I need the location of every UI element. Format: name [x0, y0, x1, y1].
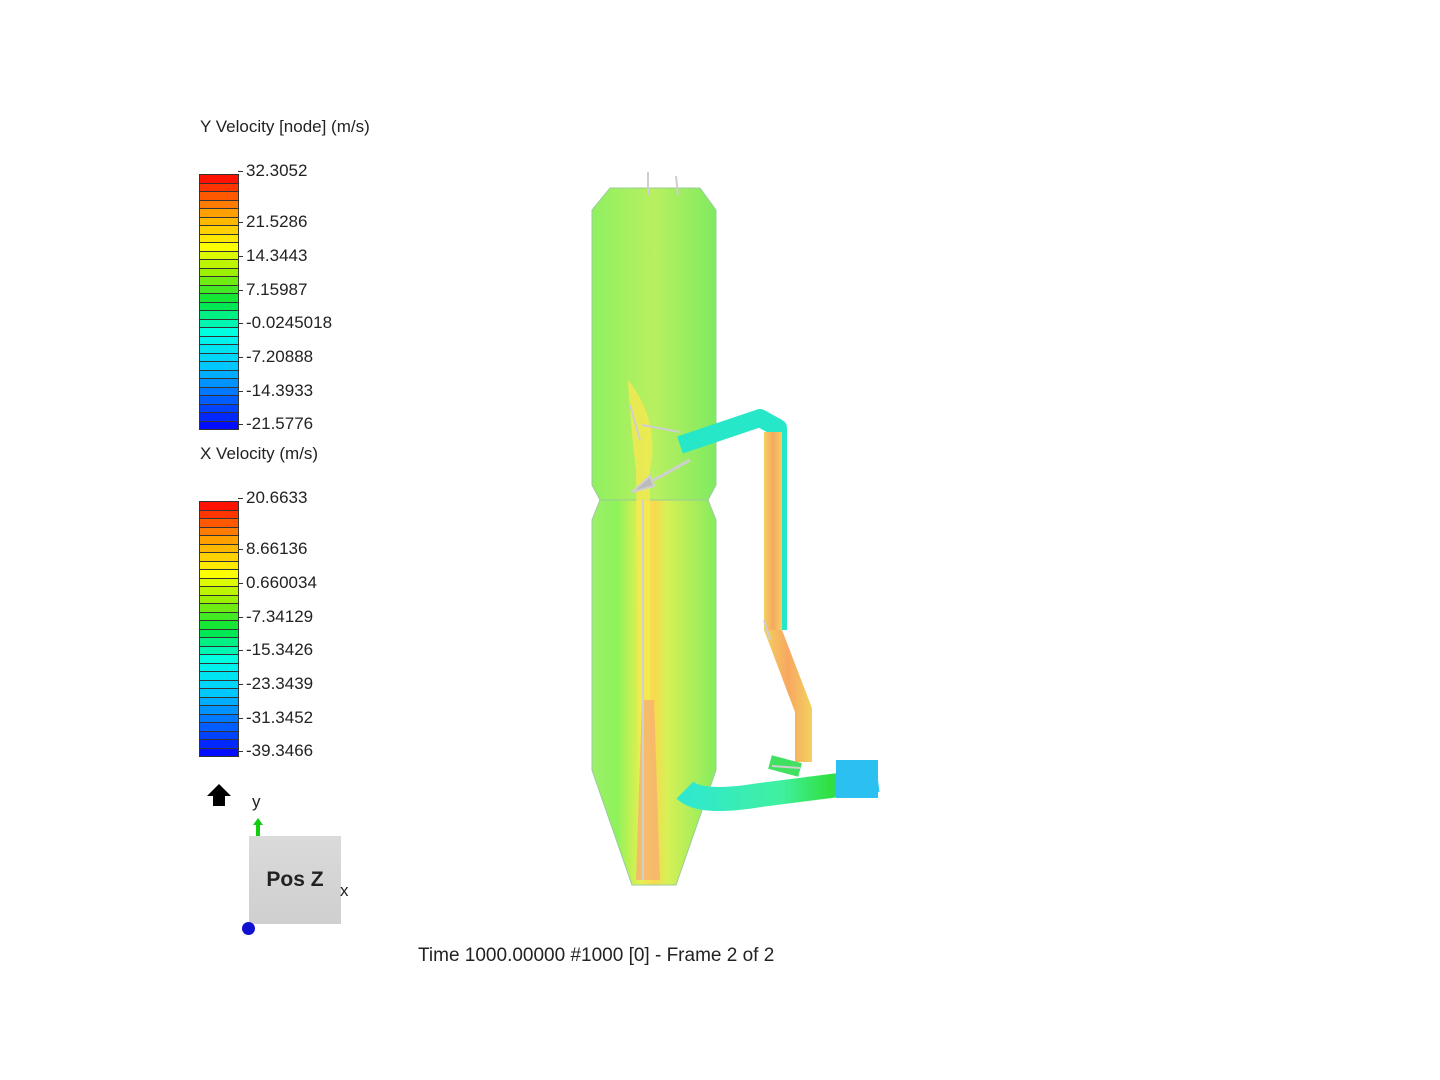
z-axis-dot-icon [242, 922, 255, 935]
color-band [200, 404, 238, 413]
legend-tick-label: -31.3452 [238, 708, 313, 728]
color-band [200, 672, 238, 681]
color-band [200, 544, 238, 553]
color-band [200, 510, 238, 519]
color-band [200, 387, 238, 396]
legend-tick-label: 0.660034 [238, 573, 317, 593]
color-band [200, 226, 238, 235]
color-band [200, 629, 238, 638]
color-band [200, 570, 238, 579]
cube-label: Pos Z [266, 868, 324, 891]
color-band [200, 578, 238, 587]
color-band [200, 697, 238, 706]
y-axis-label: y [252, 792, 261, 811]
color-band [200, 587, 238, 596]
color-band [200, 655, 238, 664]
color-band [200, 604, 238, 613]
legend-tick-label: -21.5776 [238, 414, 313, 434]
color-band [200, 748, 238, 756]
color-band [200, 370, 238, 379]
color-band [200, 234, 238, 243]
color-band [200, 268, 238, 277]
color-band [200, 502, 238, 511]
legend-tick-label: -15.3426 [238, 640, 313, 660]
color-band [200, 621, 238, 630]
legend-tick-label: 8.66136 [238, 539, 307, 559]
legend-tick-label: 7.15987 [238, 280, 307, 300]
x-axis-label: x [340, 881, 349, 900]
color-band [200, 612, 238, 621]
y-velocity-color-bar [199, 174, 239, 430]
color-band [200, 561, 238, 570]
color-band [200, 731, 238, 740]
color-band [200, 689, 238, 698]
color-band [200, 723, 238, 732]
home-icon[interactable] [206, 783, 232, 807]
legend-tick-label: -7.20888 [238, 347, 313, 367]
color-band [200, 396, 238, 405]
y-velocity-legend-title: Y Velocity [node] (m/s) [200, 117, 370, 136]
color-band [200, 413, 238, 422]
color-band [200, 183, 238, 192]
color-band [200, 362, 238, 371]
legend-tick-label: -23.3439 [238, 674, 313, 694]
legend-tick-label: -39.3466 [238, 741, 313, 761]
color-band [200, 209, 238, 218]
color-band [200, 319, 238, 328]
color-band [200, 421, 238, 429]
color-band [200, 200, 238, 209]
color-band [200, 646, 238, 655]
orientation-cube[interactable]: Pos Z [249, 836, 341, 924]
color-band [200, 336, 238, 345]
legend-tick-label: 32.3052 [238, 161, 307, 181]
color-band [200, 379, 238, 388]
color-band [200, 243, 238, 252]
legend-tick-label: -14.3933 [238, 381, 313, 401]
legend-tick-label: 14.3443 [238, 246, 307, 266]
color-band [200, 175, 238, 184]
color-band [200, 311, 238, 320]
color-band [200, 285, 238, 294]
color-band [200, 277, 238, 286]
color-band [200, 553, 238, 562]
legend-tick-label: 20.6633 [238, 488, 307, 508]
color-band [200, 294, 238, 303]
legend-tick-label: -0.0245018 [238, 313, 332, 333]
legend-tick-label: 21.5286 [238, 212, 307, 232]
color-band [200, 519, 238, 528]
color-band [200, 328, 238, 337]
color-band [200, 680, 238, 689]
color-band [200, 714, 238, 723]
separator-column [591, 187, 717, 886]
column-upper [591, 187, 717, 501]
color-band [200, 302, 238, 311]
color-band [200, 251, 238, 260]
time-frame-status: Time 1000.00000 #1000 [0] - Frame 2 of 2 [418, 945, 775, 966]
color-band [200, 706, 238, 715]
color-band [200, 663, 238, 672]
color-band [200, 536, 238, 545]
color-band [200, 595, 238, 604]
color-band [200, 638, 238, 647]
x-velocity-color-bar [199, 501, 239, 757]
color-band [200, 345, 238, 354]
color-band [200, 740, 238, 749]
color-band [200, 217, 238, 226]
color-band [200, 192, 238, 201]
color-band [200, 527, 238, 536]
color-band [200, 353, 238, 362]
x-velocity-legend-title: X Velocity (m/s) [200, 444, 319, 463]
color-band [200, 260, 238, 269]
legend-tick-label: -7.34129 [238, 607, 313, 627]
